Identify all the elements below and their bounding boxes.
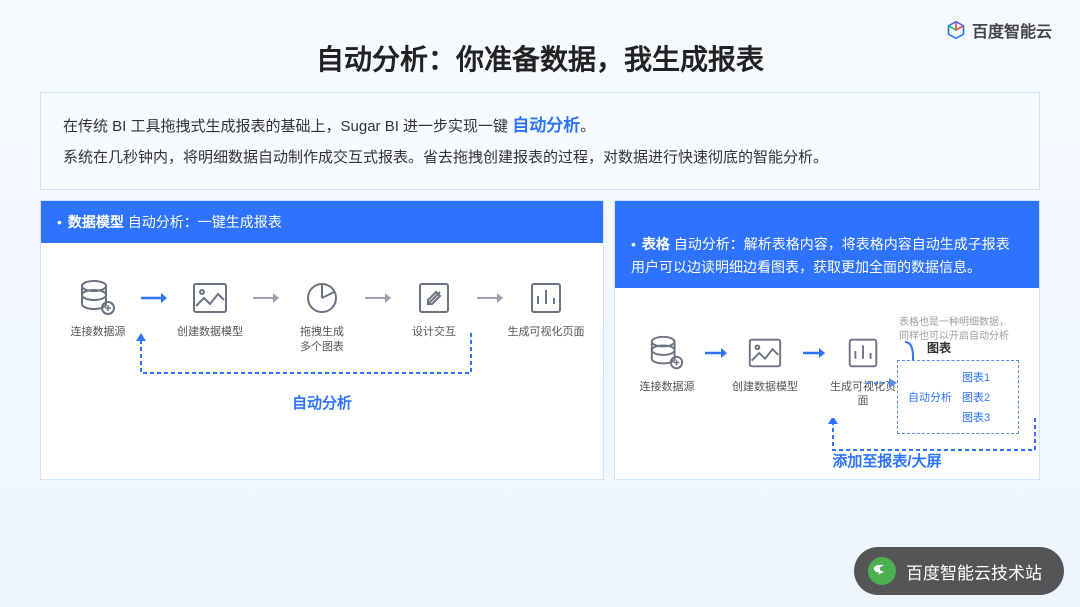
right-column: •表格 自动分析：解析表格内容，将表格内容自动生成子报表 用户可以边读明细边看图… [614, 200, 1040, 480]
database-icon [77, 277, 119, 319]
step-create-model: 创建数据模型 [171, 277, 249, 339]
arrow-icon [141, 277, 167, 319]
arrow-icon [477, 277, 503, 319]
database-icon [646, 332, 688, 374]
right-body: 连接数据源 创建数据模型 [615, 288, 1039, 479]
arrow-icon [253, 277, 279, 319]
image-chart-icon [189, 277, 231, 319]
intro-highlight: 自动分析 [512, 116, 580, 135]
watermark-text: 百度智能云技术站 [906, 559, 1042, 584]
brand-name: 百度智能云 [972, 18, 1052, 42]
left-column: •数据模型 自动分析：一键生成报表 连接数据源 [40, 200, 604, 480]
arrow-icon [801, 332, 827, 374]
side-note: 表格也是一种明细数据， 同样也可以开启自动分析 [899, 316, 1019, 344]
dashed-box: 自动分析 图表1 图表2 图表3 [897, 360, 1019, 434]
left-header: •数据模型 自动分析：一键生成报表 [41, 201, 603, 243]
intro-line1: 在传统 BI 工具拖拽式生成报表的基础上，Sugar BI 进一步实现一键 自动… [63, 109, 1017, 143]
edit-icon [413, 277, 455, 319]
dashboard-icon [842, 332, 884, 374]
left-loop-label: 自动分析 [59, 392, 585, 413]
cube-icon [946, 20, 966, 40]
step-design-interaction: 设计交互 [395, 277, 473, 339]
arrow-icon [365, 277, 391, 319]
step-generate-page: 生成可视化页面 [829, 332, 897, 409]
step-connect-datasource: 连接数据源 [633, 332, 701, 394]
step-connect-datasource: 连接数据源 [59, 277, 137, 339]
image-chart-icon [744, 332, 786, 374]
intro-line2: 系统在几秒钟内，将明细数据自动制作成交互式报表。省去拖拽创建报表的过程，对数据进… [63, 143, 1017, 173]
step-create-model: 创建数据模型 [731, 332, 799, 394]
wechat-icon [868, 557, 896, 585]
watermark-bubble: 百度智能云技术站 [854, 547, 1064, 595]
dashboard-icon [525, 277, 567, 319]
pie-chart-icon [301, 277, 343, 319]
right-loop-label: 添加至报表/大屏 [753, 450, 1021, 471]
arrow-icon [703, 332, 729, 374]
step-generate-page: 生成可视化页面 [507, 277, 585, 339]
left-body: 连接数据源 创建数据模型 [41, 243, 603, 479]
dashed-arrow-icon [867, 376, 897, 390]
brand-logo: 百度智能云 [946, 18, 1052, 42]
intro-box: 在传统 BI 工具拖拽式生成报表的基础上，Sugar BI 进一步实现一键 自动… [40, 92, 1040, 190]
left-flow: 连接数据源 创建数据模型 [59, 277, 585, 354]
page-title: 自动分析：你准备数据，我生成报表 [0, 0, 1080, 92]
step-drag-charts: 拖拽生成 多个图表 [283, 277, 361, 354]
right-header: •表格 自动分析：解析表格内容，将表格内容自动生成子报表 用户可以边读明细边看图… [615, 201, 1039, 288]
